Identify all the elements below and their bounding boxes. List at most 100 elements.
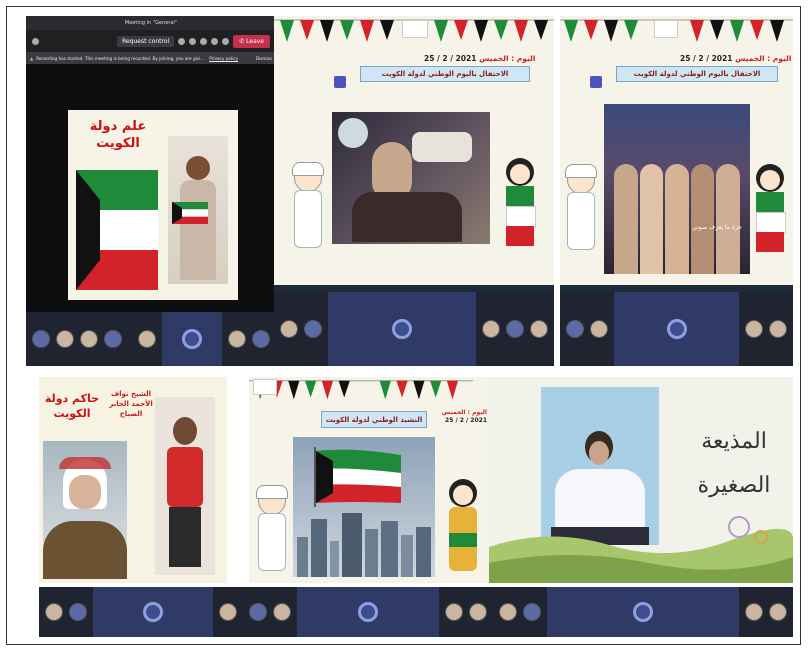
participant-avatar[interactable]	[745, 320, 763, 338]
celebration-video[interactable]: حرة ما يعرف صوتي	[604, 104, 750, 274]
warning-icon: ▲	[30, 55, 34, 61]
participant-avatar[interactable]	[104, 330, 122, 348]
participant-avatar[interactable]	[769, 603, 787, 621]
presenter-caption-line2: الصغيرة	[697, 473, 771, 498]
dismiss-button[interactable]: Dismiss	[256, 56, 272, 61]
participant-avatar[interactable]	[590, 320, 608, 338]
panel-national-anthem: النشيد الوطني لدولة الكويت اليوم : الخمي…	[249, 377, 489, 583]
participants-strip	[560, 292, 793, 366]
participant-avatar[interactable]	[273, 603, 291, 621]
participants-strip	[26, 312, 276, 366]
participant-tile-active[interactable]	[162, 312, 222, 366]
ruler-portrait	[43, 441, 127, 579]
date-value: 25 / 2 / 2021	[680, 54, 733, 63]
camera-icon[interactable]	[211, 37, 219, 45]
school-logo	[654, 20, 678, 38]
participant-avatar[interactable]	[769, 320, 787, 338]
school-logo	[402, 20, 428, 38]
date-value: 25 / 2 / 2021	[424, 54, 477, 63]
bunting-decoration	[249, 380, 473, 400]
kuwait-flag	[314, 447, 401, 507]
windows-taskbar	[560, 285, 793, 292]
cartoon-boy	[564, 164, 597, 250]
participant-avatar[interactable]	[566, 320, 584, 338]
girl-photo	[155, 397, 215, 575]
participant-tile-active[interactable]	[297, 587, 439, 637]
teams-icon	[590, 76, 602, 88]
participant-avatar[interactable]	[69, 603, 87, 621]
participant-avatar[interactable]	[32, 330, 50, 348]
timer-icon	[32, 37, 39, 45]
phone-icon: ✆	[239, 37, 245, 45]
participant-avatar[interactable]	[482, 320, 500, 338]
participant-tile-active[interactable]	[547, 587, 739, 637]
participant-tile-active[interactable]	[328, 292, 476, 366]
windows-taskbar	[274, 285, 554, 292]
slide-title: النشيد الوطني لدولة الكويت	[321, 411, 427, 428]
date-line: اليوم : الخميس 25 / 2 / 2021	[431, 409, 487, 425]
participant-avatar[interactable]	[506, 320, 524, 338]
anthem-video[interactable]	[293, 437, 435, 577]
participant-avatar	[392, 319, 412, 339]
participant-avatar[interactable]	[249, 603, 267, 621]
participant-avatar	[633, 602, 653, 622]
panel-celebration-video-1: 25 / 2 / 2021 اليوم : الخميس الاحتفال با…	[274, 16, 554, 292]
ruler-name: الشيخ نواف الأحمد الجابر الصباح	[109, 390, 153, 418]
participant-avatar[interactable]	[228, 330, 246, 348]
cartoon-girl	[500, 156, 540, 248]
participant-avatar[interactable]	[745, 603, 763, 621]
date-value: 25 / 2 / 2021	[445, 417, 487, 424]
slide-title: الاحتفال باليوم الوطني لدولة الكويت	[360, 66, 530, 82]
landscape-decoration	[489, 516, 793, 583]
request-control-button[interactable]: Request control	[117, 35, 175, 47]
celebration-video[interactable]	[332, 112, 490, 244]
participant-avatar[interactable]	[523, 603, 541, 621]
panel-celebration-video-2: 25 / 2 / 2021 اليوم : الخميس الاحتفال با…	[560, 16, 793, 292]
participant-avatar[interactable]	[530, 320, 548, 338]
small-kuwait-flag	[172, 202, 208, 224]
more-icon[interactable]	[200, 37, 208, 45]
girl-photo	[168, 136, 228, 284]
participant-avatar[interactable]	[499, 603, 517, 621]
panel-ruler-of-kuwait: حاكم دولة الكويت الشيخ نواف الأحمد الجاب…	[39, 377, 227, 583]
slide-title: الاحتفال باليوم الوطني لدولة الكويت	[616, 66, 778, 82]
cartoon-girl	[445, 477, 481, 573]
participant-avatar[interactable]	[469, 603, 487, 621]
privacy-policy-link[interactable]: Privacy policy	[209, 56, 238, 61]
participant-avatar[interactable]	[252, 330, 270, 348]
participants-strip	[243, 587, 493, 637]
video-caption: حرة ما يعرف صوتي	[692, 224, 742, 231]
date-line: 25 / 2 / 2021 اليوم : الخميس	[680, 54, 791, 63]
recording-text: Recording has started. This meeting is b…	[36, 55, 206, 61]
date-line: 25 / 2 / 2021 اليوم : الخميس	[424, 54, 535, 63]
participant-tile-active[interactable]	[614, 292, 739, 366]
participant-avatar	[182, 329, 202, 349]
participant-avatar[interactable]	[280, 320, 298, 338]
ruler-heading: حاكم دولة الكويت	[44, 392, 100, 420]
date-label: اليوم : الخميس	[441, 409, 487, 416]
cartoon-boy	[255, 485, 288, 571]
school-logo	[253, 379, 277, 395]
leave-button[interactable]: ✆ Leave	[233, 34, 270, 48]
participant-avatar[interactable]	[138, 330, 156, 348]
cartoon-girl	[752, 162, 788, 252]
participant-tile-active[interactable]	[93, 587, 213, 637]
date-label: اليوم : الخميس	[735, 54, 792, 63]
participant-avatar[interactable]	[45, 603, 63, 621]
participant-avatar[interactable]	[445, 603, 463, 621]
recording-banner: ▲ Recording has started. This meeting is…	[26, 52, 276, 64]
mic-icon[interactable]	[222, 37, 230, 45]
presenter-caption-line1: المذيعة	[701, 429, 767, 454]
participants-strip	[493, 587, 793, 637]
participant-avatar[interactable]	[56, 330, 74, 348]
participant-avatar[interactable]	[304, 320, 322, 338]
collage-frame: Meeting in "General" Request control ✆ L…	[6, 6, 801, 645]
meeting-title-bar: Meeting in "General"	[26, 16, 276, 30]
slide-heading: علم دولة الكويت	[89, 119, 147, 151]
participant-avatar[interactable]	[80, 330, 98, 348]
people-icon[interactable]	[178, 37, 186, 45]
participant-avatar[interactable]	[219, 603, 237, 621]
chat-icon[interactable]	[189, 37, 197, 45]
kuwait-flag	[76, 170, 158, 290]
participants-strip	[39, 587, 243, 637]
